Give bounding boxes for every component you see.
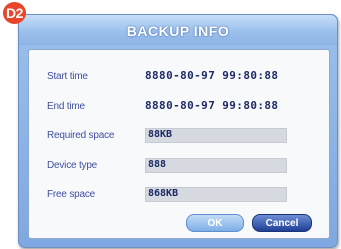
required-space-value: 88KB bbox=[148, 129, 173, 140]
end-time-value: 8880-80-97 99:80:88 bbox=[145, 99, 279, 112]
step-badge: D2 bbox=[3, 2, 26, 24]
title-bar: BACKUP INFO bbox=[19, 15, 337, 45]
start-time-value: 8880-80-97 99:80:88 bbox=[145, 69, 279, 82]
end-time-label: End time bbox=[47, 101, 85, 112]
ok-button[interactable]: OK bbox=[186, 214, 244, 232]
free-space-label: Free space bbox=[47, 189, 96, 200]
required-space-field: 88KB bbox=[145, 128, 287, 143]
dialog-body: Start time 8880-80-97 99:80:88 End time … bbox=[28, 49, 330, 239]
device-type-field: 888 bbox=[145, 158, 287, 173]
cancel-button[interactable]: Cancel bbox=[252, 214, 312, 232]
required-space-label: Required space bbox=[47, 130, 115, 141]
start-time-label: Start time bbox=[47, 71, 88, 82]
device-type-label: Device type bbox=[47, 160, 98, 171]
dialog-title: BACKUP INFO bbox=[126, 23, 230, 39]
device-type-value: 888 bbox=[148, 159, 167, 170]
backup-info-dialog: BACKUP INFO Start time 8880-80-97 99:80:… bbox=[18, 14, 338, 248]
free-space-value: 868KB bbox=[148, 188, 179, 199]
free-space-field: 868KB bbox=[145, 187, 287, 202]
